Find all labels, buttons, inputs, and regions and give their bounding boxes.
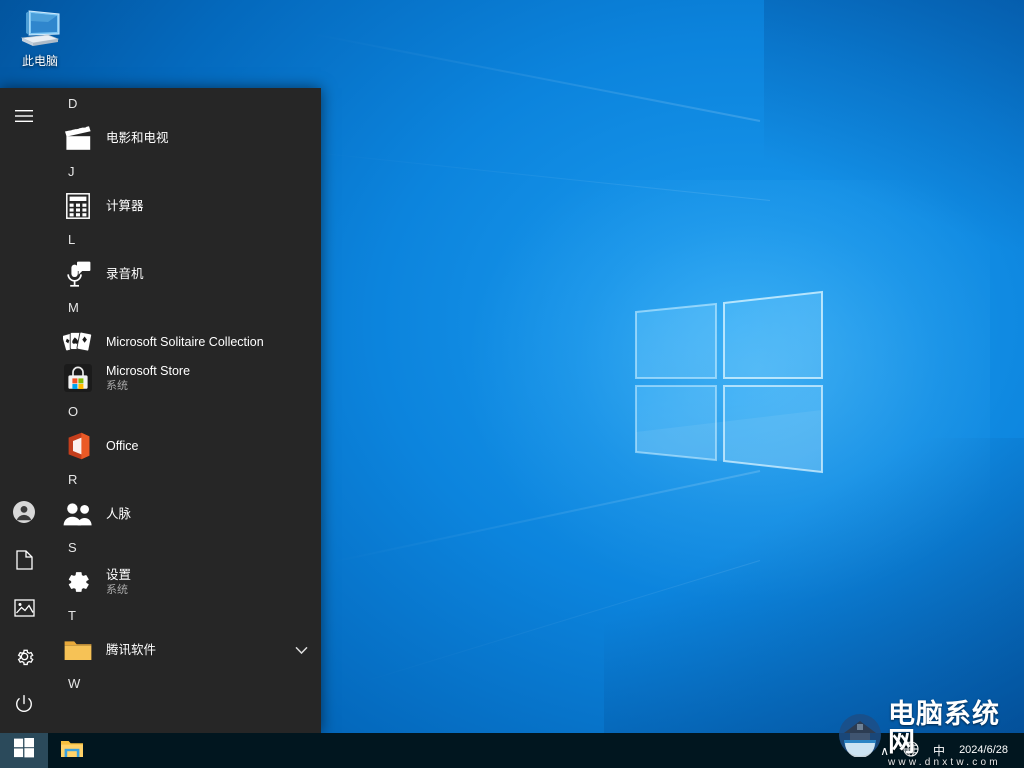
documents-button[interactable] [0, 536, 48, 584]
user-account-icon [12, 500, 36, 524]
this-pc-icon [6, 6, 74, 52]
movies-tv-icon [62, 122, 94, 154]
chevron-down-icon[interactable] [291, 646, 311, 655]
settings-button[interactable] [0, 632, 48, 680]
desktop[interactable]: 此电脑 D 电影和电视 J 计算器 L 录音机 M Microsoft Soli… [0, 0, 1024, 768]
solitaire-icon [62, 326, 94, 358]
section-letter-header[interactable]: D [48, 88, 321, 120]
app-item-text: Microsoft Store 系统 [106, 363, 311, 393]
app-item-name: 腾讯软件 [106, 643, 157, 657]
app-item-subtitle: 系统 [106, 584, 128, 596]
app-item-text: 设置 系统 [106, 567, 311, 597]
taskbar-clock[interactable]: 2024/6/28 [953, 733, 1018, 768]
app-item-name: Microsoft Solitaire Collection [106, 335, 264, 349]
taskbar[interactable]: ∧ 中 2024/6/28 [0, 733, 1024, 768]
app-list-item[interactable]: 电影和电视 [48, 120, 321, 156]
app-list-item[interactable]: 计算器 [48, 188, 321, 224]
app-item-name: 计算器 [106, 199, 144, 213]
app-item-name: 电影和电视 [106, 131, 169, 145]
taskbar-item-file-explorer[interactable] [48, 733, 96, 768]
start-menu[interactable]: D 电影和电视 J 计算器 L 录音机 M Microsoft Solitaire Colle… [0, 88, 321, 733]
app-item-name: 人脉 [106, 507, 132, 521]
start-button[interactable] [0, 733, 48, 768]
app-item-text: 电影和电视 [106, 130, 311, 146]
desktop-icon-label: 此电脑 [21, 54, 58, 68]
section-letter-header[interactable]: M [48, 292, 321, 324]
app-list-item[interactable]: Microsoft Solitaire Collection [48, 324, 321, 360]
picture-icon [13, 599, 35, 617]
app-item-text: 人脉 [106, 506, 311, 522]
desktop-icon-this-pc[interactable]: 此电脑 [6, 6, 74, 68]
gear-icon [62, 566, 94, 598]
user-account-button[interactable] [0, 488, 48, 536]
document-icon [15, 550, 33, 570]
app-list-item[interactable]: Microsoft Store 系统 [48, 360, 321, 396]
app-list-item[interactable]: 腾讯软件 [48, 632, 321, 668]
chevron-up-icon: ∧ [880, 743, 890, 758]
taskbar-empty-area[interactable] [96, 733, 874, 768]
app-item-text: 腾讯软件 [106, 642, 291, 658]
app-list-item[interactable]: Office [48, 428, 321, 464]
network-status-button[interactable] [897, 733, 925, 768]
app-item-text: 录音机 [106, 266, 311, 282]
folder-icon [62, 634, 94, 666]
section-letter-header[interactable]: S [48, 532, 321, 564]
show-hidden-icons-button[interactable]: ∧ [874, 733, 895, 768]
network-globe-icon [903, 741, 919, 760]
people-icon [62, 498, 94, 530]
system-tray[interactable]: ∧ 中 2024/6/28 [874, 733, 1024, 768]
app-item-name: Microsoft Store [106, 364, 191, 378]
voice-recorder-icon [62, 258, 94, 290]
app-item-subtitle: 系统 [106, 380, 128, 392]
windows-logo-icon [14, 738, 34, 763]
app-item-text: Microsoft Solitaire Collection [106, 334, 311, 350]
section-letter-header[interactable]: T [48, 600, 321, 632]
power-icon [14, 694, 34, 714]
app-item-name: 设置 [106, 568, 132, 582]
gear-icon [14, 646, 35, 667]
start-menu-rail[interactable] [0, 88, 48, 733]
power-button[interactable] [0, 680, 48, 728]
section-letter-header[interactable]: J [48, 156, 321, 188]
calculator-icon [62, 190, 94, 222]
pictures-button[interactable] [0, 584, 48, 632]
section-letter-header[interactable]: W [48, 668, 321, 700]
app-item-name: Office [106, 439, 139, 453]
microsoft-store-icon [62, 362, 94, 394]
clock-date: 2024/6/28 [959, 744, 1008, 756]
app-item-text: 计算器 [106, 198, 311, 214]
hamburger-menu-button[interactable] [0, 92, 48, 140]
file-explorer-icon [60, 738, 84, 764]
section-letter-header[interactable]: O [48, 396, 321, 428]
office-icon [62, 430, 94, 462]
ime-icon: 中 [933, 744, 946, 758]
section-letter-header[interactable]: L [48, 224, 321, 256]
ime-indicator[interactable]: 中 [927, 733, 951, 768]
app-list-item[interactable]: 人脉 [48, 496, 321, 532]
app-item-text: Office [106, 438, 311, 454]
app-list-item[interactable]: 设置 系统 [48, 564, 321, 600]
hamburger-icon [15, 109, 33, 123]
section-letter-header[interactable]: R [48, 464, 321, 496]
app-item-name: 录音机 [106, 267, 144, 281]
all-apps-list[interactable]: D 电影和电视 J 计算器 L 录音机 M Microsoft Solitaire Colle… [48, 88, 321, 733]
app-list-item[interactable]: 录音机 [48, 256, 321, 292]
